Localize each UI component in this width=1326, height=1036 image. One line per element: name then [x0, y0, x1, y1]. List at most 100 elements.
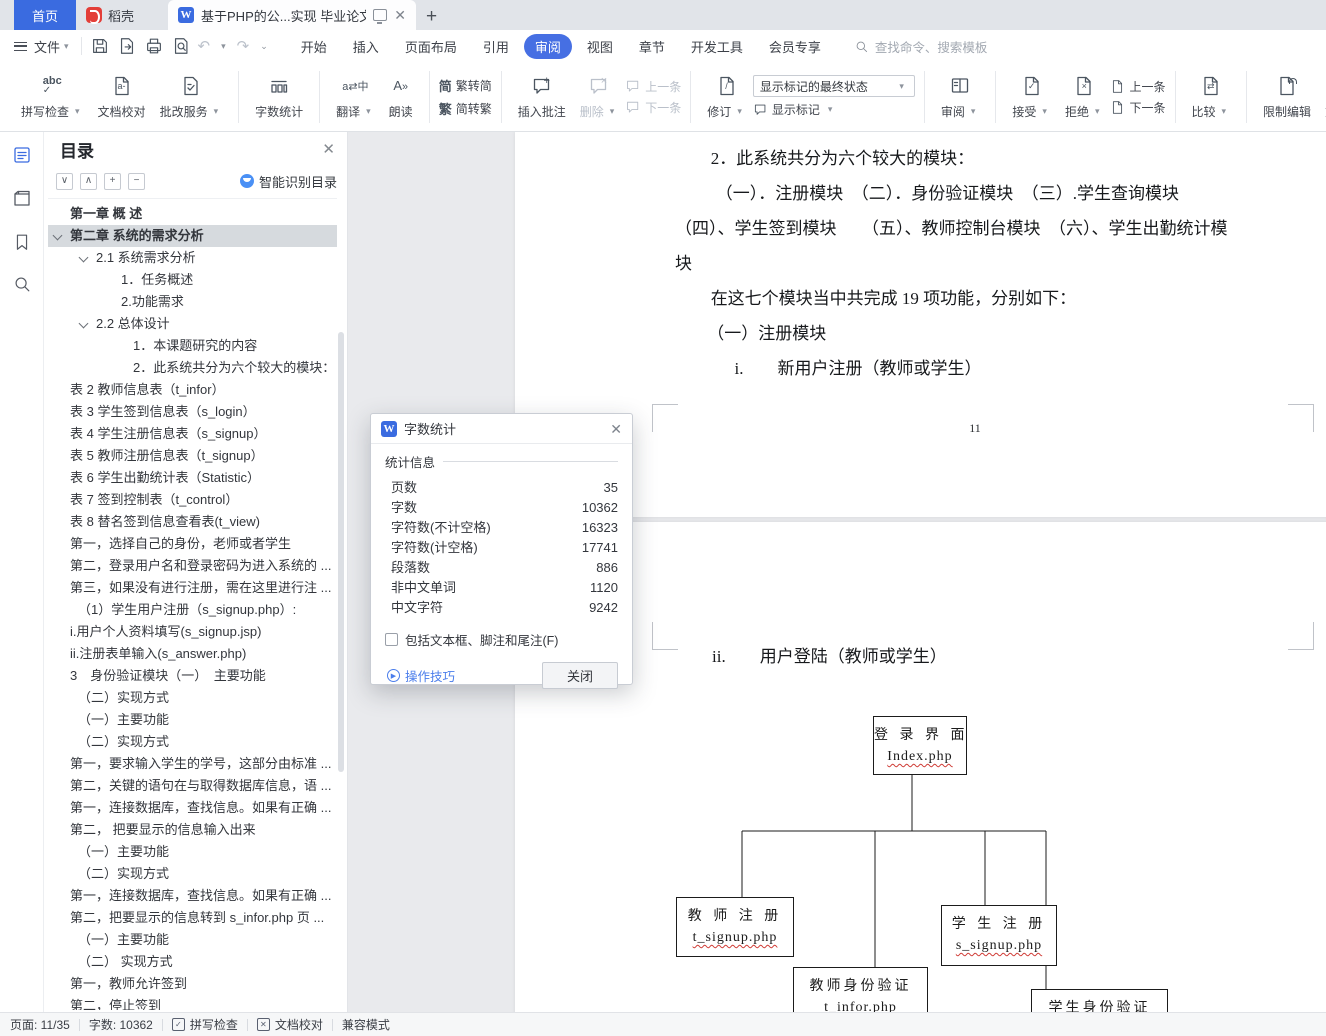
print-preview-button[interactable] [171, 36, 191, 56]
toc-item[interactable]: 表 8 替名签到信息查看表(t_view) [48, 511, 337, 533]
new-tab-button[interactable]: + [426, 7, 437, 30]
toc-item[interactable]: （二） 实现方式 [48, 951, 337, 973]
tab-start[interactable]: 开始 [290, 34, 338, 59]
toc-item[interactable]: 第一，连接数据库，查找信息。如果有正确 ... [48, 797, 337, 819]
close-button[interactable]: 关闭 [542, 662, 618, 689]
export-button[interactable] [117, 36, 137, 56]
toc-collapse-all-button[interactable]: ∧ [80, 172, 97, 190]
tab-section[interactable]: 章节 [628, 34, 676, 59]
toc-item[interactable]: 2．此系统共分为六个较大的模块： [48, 357, 337, 379]
accept-button[interactable]: ✓ 接受 ▾ [1005, 74, 1058, 120]
chevron-down-icon[interactable] [52, 230, 63, 241]
share-screen-icon[interactable] [373, 9, 388, 24]
toc-item[interactable]: 表 5 教师注册信息表（t_signup） [48, 445, 337, 467]
toc-item[interactable]: i.用户个人资料填写(s_signup.jsp) [48, 621, 337, 643]
review-pane-button[interactable]: 审阅 ▾ [934, 74, 987, 120]
toc-panel-icon[interactable] [11, 144, 33, 166]
word-count-indicator[interactable]: 字数: 10362 [89, 1016, 153, 1033]
toc-item[interactable]: 第三，如果没有进行注册，需在这里进行注 ... [48, 577, 337, 599]
toc-item[interactable]: （二）实现方式 [48, 731, 337, 753]
chevron-down-icon[interactable] [78, 318, 89, 329]
toc-item[interactable]: 表 4 学生注册信息表（s_signup） [48, 423, 337, 445]
tab-dev-tools[interactable]: 开发工具 [680, 34, 754, 59]
word-count-button[interactable]: 字数统计 [248, 74, 310, 120]
spell-check-status[interactable]: ✓ 拼写检查 [171, 1016, 238, 1033]
toc-item[interactable]: 表 2 教师信息表（t_infor） [48, 379, 337, 401]
print-button[interactable] [144, 36, 164, 56]
save-button[interactable] [90, 36, 110, 56]
toc-item[interactable]: 第二，登录用户名和登录密码为进入系统的 ... [48, 555, 337, 577]
toc-zoom-out-button[interactable]: − [128, 172, 145, 190]
search-panel-icon[interactable] [12, 274, 32, 294]
toc-item[interactable]: 2.功能需求 [48, 291, 337, 313]
tab-review[interactable]: 审阅 [523, 33, 572, 59]
next-comment-button[interactable]: 下一条 [625, 99, 681, 116]
toc-item[interactable]: 第二， 把要显示的信息输入出来 [48, 819, 337, 841]
dialog-title-bar[interactable]: W 字数统计 ✕ [371, 414, 632, 444]
toc-item[interactable]: 第一，选择自己的身份，老师或者学生 [48, 533, 337, 555]
tab-page-layout[interactable]: 页面布局 [394, 34, 468, 59]
include-footnotes-checkbox-row[interactable]: 包括文本框、脚注和尾注(F) [385, 630, 618, 649]
restrict-edit-button[interactable]: 限制编辑 [1256, 74, 1318, 120]
outline-panel-icon[interactable] [11, 188, 33, 210]
doc-permission-button[interactable]: 文档权限 [1318, 74, 1326, 120]
tab-home[interactable]: 首页 [14, 0, 76, 30]
hamburger-menu-icon[interactable] [14, 41, 27, 51]
reject-button[interactable]: × 拒绝 ▾ [1058, 74, 1111, 120]
tips-link[interactable]: ▶ 操作技巧 [387, 666, 455, 685]
toc-item[interactable]: 1．任务概述 [48, 269, 337, 291]
toc-item[interactable]: 第一，要求输入学生的学号，这部分由标准 ... [48, 753, 337, 775]
toc-item[interactable]: 1．本课题研究的内容 [48, 335, 337, 357]
next-change-button[interactable]: 下一条 [1110, 99, 1166, 116]
tab-document[interactable]: W 基于PHP的公...实现 毕业论文 ✕ [168, 0, 417, 30]
toolbar-collapse-icon[interactable]: ⌄ [260, 41, 268, 52]
tab-view[interactable]: 视图 [576, 34, 624, 59]
toc-item[interactable]: 第二，关键的语句在与取得数据库信息，语 ... [48, 775, 337, 797]
toc-item[interactable]: 2.2 总体设计 [48, 313, 337, 335]
bookmark-panel-icon[interactable] [12, 232, 32, 252]
prev-change-button[interactable]: 上一条 [1110, 78, 1166, 95]
toc-item[interactable]: 第一，连接数据库，查找信息。如果有正确 ... [48, 885, 337, 907]
close-tab-icon[interactable]: ✕ [394, 8, 406, 22]
toc-expand-all-button[interactable]: ∨ [56, 172, 73, 190]
toc-item[interactable]: （二）实现方式 [48, 863, 337, 885]
tab-insert[interactable]: 插入 [342, 34, 390, 59]
toc-scrollbar[interactable] [338, 332, 344, 772]
command-search[interactable]: 查找命令、搜索模板 [854, 37, 987, 56]
toc-item[interactable]: 第二，把要显示的信息转到 s_infor.php 页 ... [48, 907, 337, 929]
chevron-down-icon[interactable] [78, 252, 89, 263]
tab-references[interactable]: 引用 [472, 34, 520, 59]
toc-item[interactable]: 第一，教师允许签到 [48, 973, 337, 995]
show-markup-button[interactable]: 显示标记 ▾ [753, 101, 915, 118]
toc-item[interactable]: （二）实现方式 [48, 687, 337, 709]
redo-icon[interactable]: ↷ [237, 37, 250, 55]
compare-button[interactable]: ⇄ 比较 ▾ [1185, 74, 1238, 120]
markup-state-dropdown[interactable]: 显示标记的最终状态 ▾ [752, 75, 915, 97]
toc-item[interactable]: （一）主要功能 [48, 841, 337, 863]
toc-zoom-in-button[interactable]: + [104, 172, 121, 190]
toc-item[interactable]: 第二，停止签到 [48, 995, 337, 1010]
toc-item[interactable]: （一）主要功能 [48, 709, 337, 731]
translate-button[interactable]: a⇄中 翻译 ▾ [329, 74, 382, 120]
file-menu-caret-icon[interactable]: ▾ [64, 41, 69, 52]
toc-close-icon[interactable]: ✕ [322, 140, 335, 158]
track-changes-button[interactable]: / 修订 ▾ [700, 74, 753, 120]
insert-comment-button[interactable]: + 插入批注 [511, 74, 573, 120]
doc-proof-button[interactable]: a- 文档校对 [91, 74, 153, 120]
toc-item[interactable]: 3 身份验证模块（一） 主要功能 [48, 665, 337, 687]
undo-caret-icon[interactable]: ▾ [221, 41, 226, 52]
read-aloud-button[interactable]: A» 朗读 [382, 74, 420, 120]
review-service-button[interactable]: 批改服务 ▾ [153, 74, 230, 120]
prev-comment-button[interactable]: 上一条 [625, 78, 681, 95]
toc-item[interactable]: （1）学生用户注册（s_signup.php）: [48, 599, 337, 621]
undo-icon[interactable]: ↶ [198, 37, 211, 55]
toc-item[interactable]: 第一章 概 述 [48, 203, 337, 225]
tab-docer-store[interactable]: 稻壳 [76, 0, 160, 30]
toc-item[interactable]: 2.1 系统需求分析 [48, 247, 337, 269]
simp-to-trad-button[interactable]: 繁简转繁 [439, 99, 492, 118]
spell-check-button[interactable]: abc ✓ 拼写检查 ▾ [14, 74, 91, 120]
toc-item[interactable]: 第二章 系统的需求分析 [48, 225, 337, 247]
toc-item[interactable]: （一）主要功能 [48, 929, 337, 951]
file-menu[interactable]: 文件 [34, 37, 60, 56]
toc-item[interactable]: 表 7 签到控制表（t_control） [48, 489, 337, 511]
